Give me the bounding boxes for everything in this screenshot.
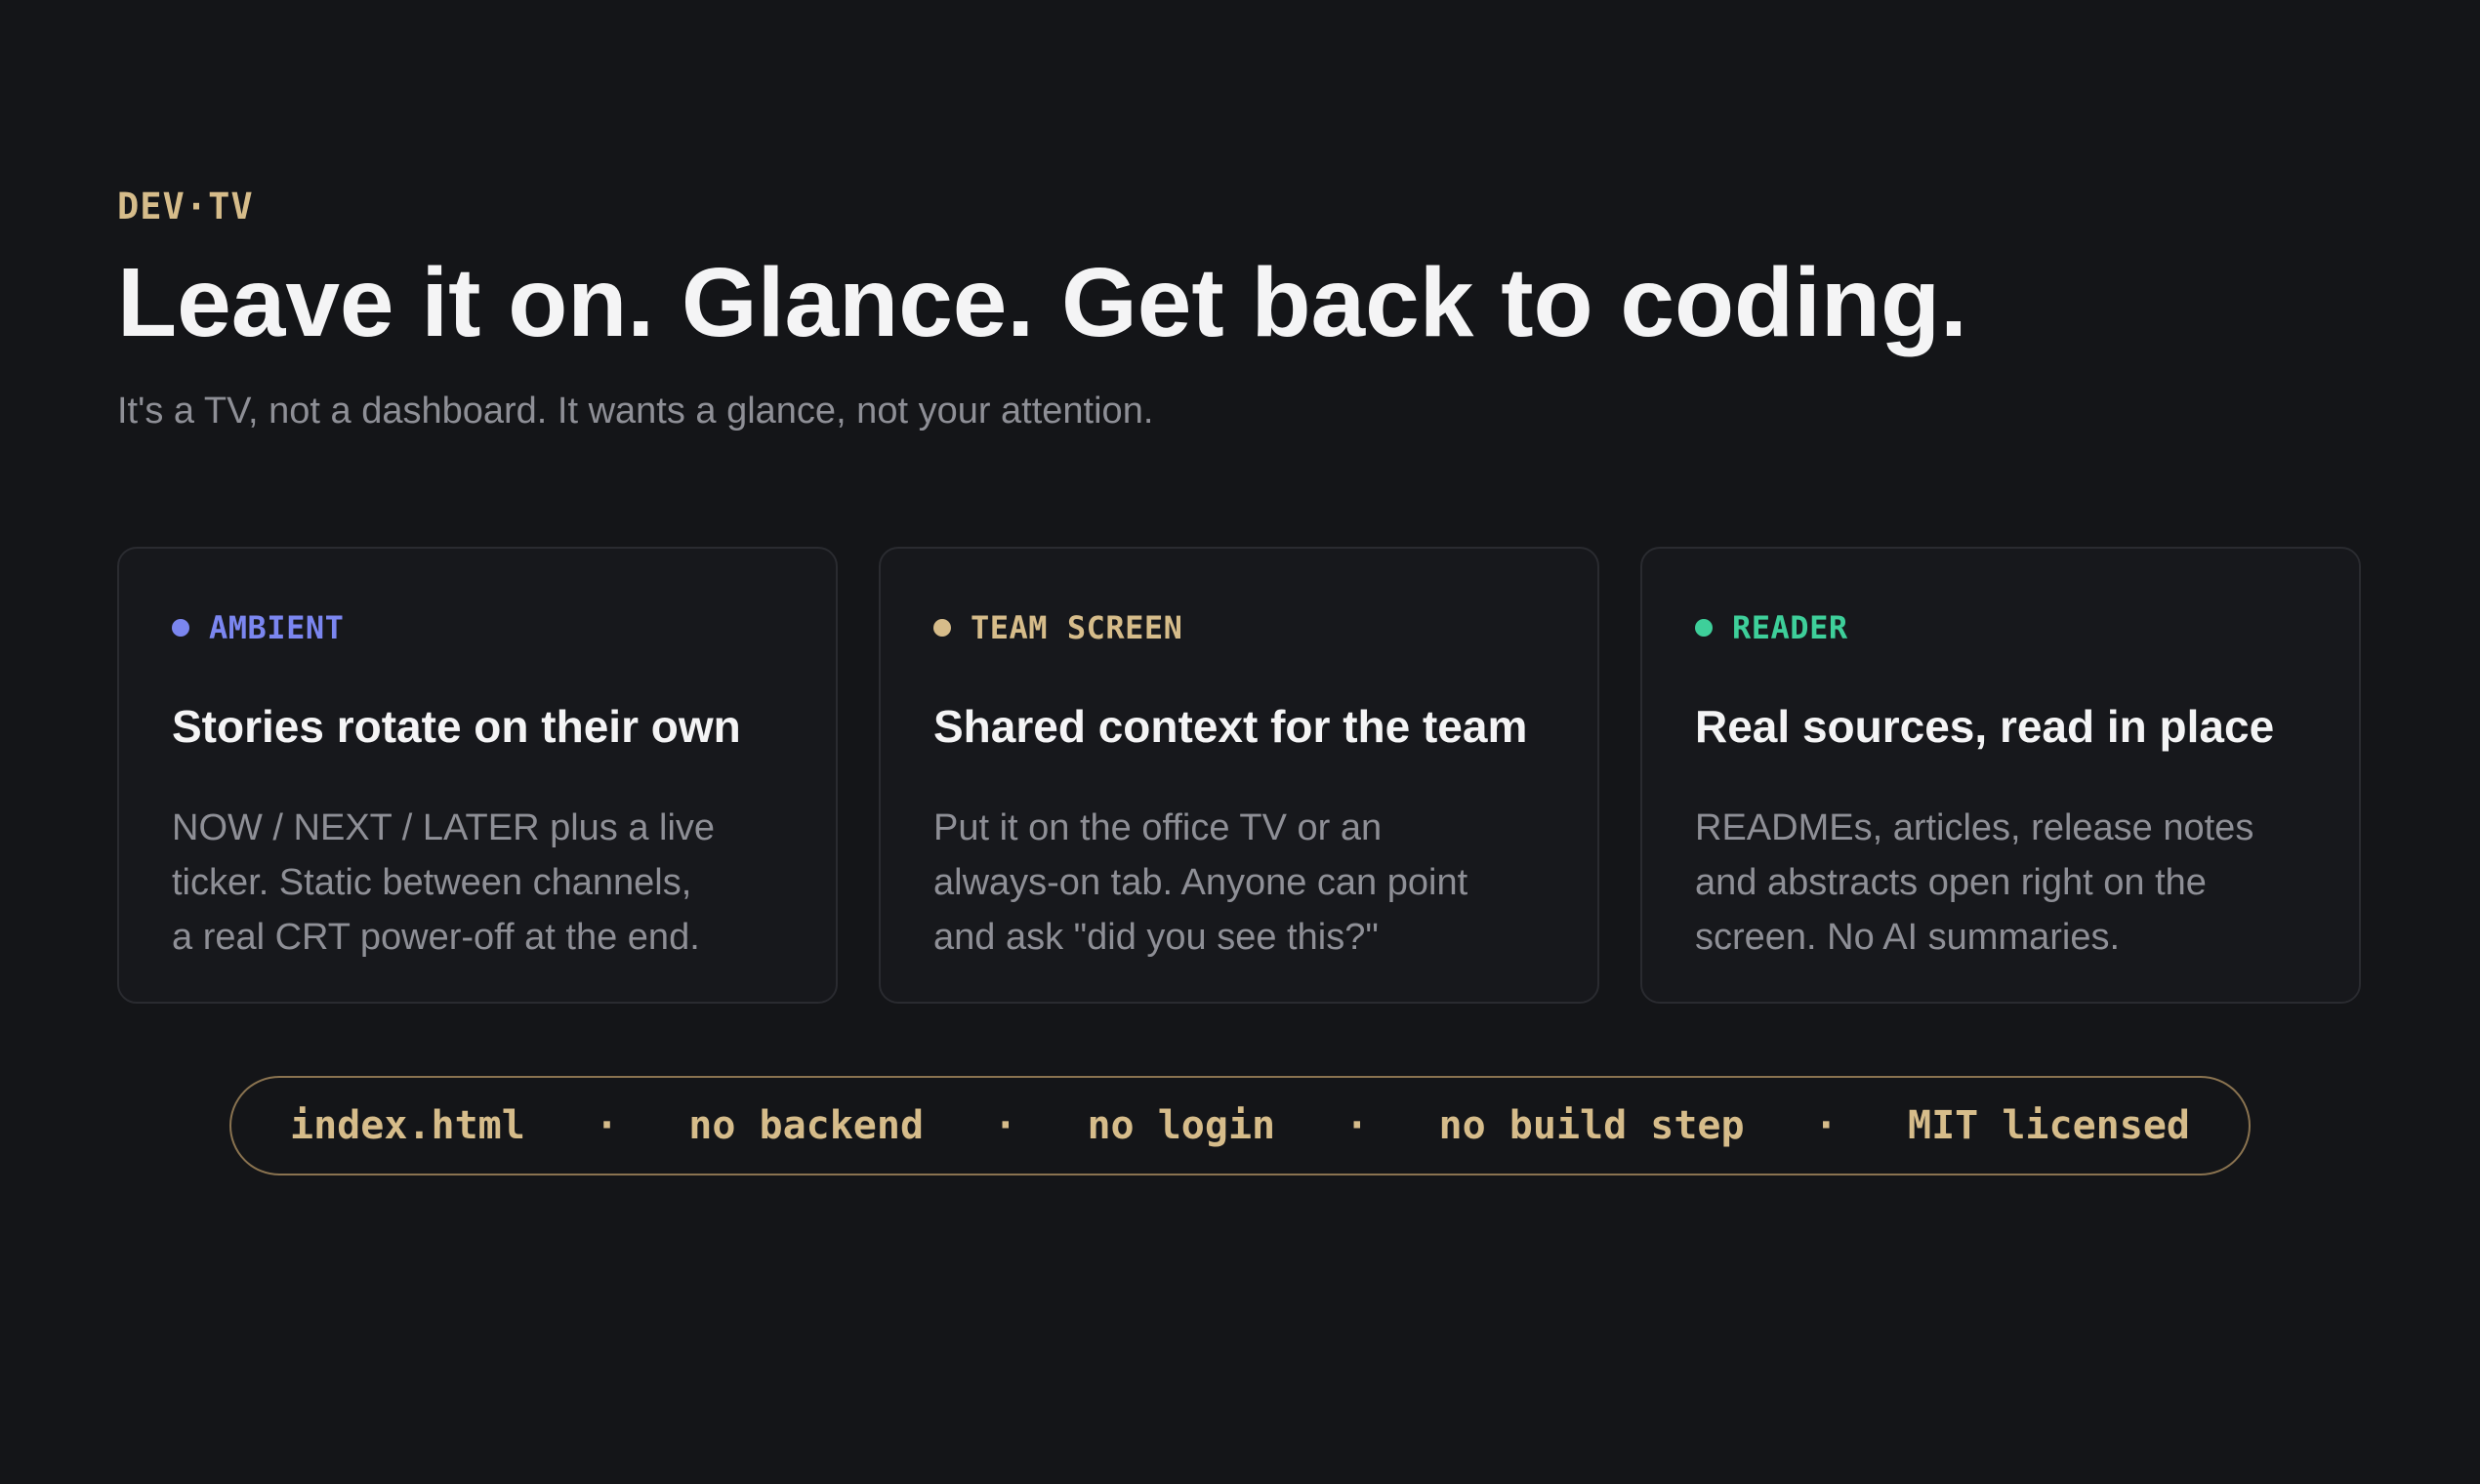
feature-item: MIT licensed (1908, 1103, 2190, 1148)
card-ambient: AMBIENT Stories rotate on their own NOW … (117, 547, 838, 1004)
card-body-line: a real CRT power-off at the end. (172, 917, 700, 958)
card-body: NOW / NEXT / LATER plus a live ticker. S… (172, 801, 797, 965)
card-title: Stories rotate on their own (172, 701, 741, 752)
card-tag-label: TEAM SCREEN (971, 609, 1183, 646)
card-tag-label: READER (1732, 609, 1848, 646)
card-team-screen: TEAM SCREEN Shared context for the team … (879, 547, 1599, 1004)
separator-dot: · (595, 1103, 619, 1148)
card-tag: TEAM SCREEN (933, 609, 1182, 646)
page-subline: It's a TV, not a dashboard. It wants a g… (117, 391, 1154, 432)
card-title: Shared context for the team (933, 701, 1528, 752)
card-body-line: NOW / NEXT / LATER plus a live (172, 807, 716, 848)
dot-icon (933, 619, 951, 637)
card-body: Put it on the office TV or an always-on … (933, 801, 1558, 965)
card-reader: READER Real sources, read in place READM… (1640, 547, 2361, 1004)
separator-dot: · (993, 1103, 1017, 1148)
feature-item: index.html (290, 1103, 525, 1148)
card-body-line: ticker. Static between channels, (172, 862, 692, 903)
card-body-line: screen. No AI summaries. (1695, 917, 2121, 958)
card-body-line: READMEs, articles, release notes (1695, 807, 2254, 848)
card-tag: READER (1695, 609, 1848, 646)
separator-dot: · (1344, 1103, 1369, 1148)
card-body-line: and abstracts open right on the (1695, 862, 2207, 903)
page-headline: Leave it on. Glance. Get back to coding. (117, 248, 1967, 357)
feature-item: no login (1087, 1103, 1276, 1148)
landing-page: DEV·TV Leave it on. Glance. Get back to … (117, 0, 2363, 1484)
card-title: Real sources, read in place (1695, 701, 2275, 752)
feature-item: no build step (1438, 1103, 1745, 1148)
card-body-line: and ask "did you see this?" (933, 917, 1379, 958)
feature-item: no backend (688, 1103, 925, 1148)
dot-icon (1695, 619, 1713, 637)
separator-dot: · (1814, 1103, 1839, 1148)
feature-cards: AMBIENT Stories rotate on their own NOW … (117, 547, 2363, 1006)
card-tag: AMBIENT (172, 609, 344, 646)
brand-logo: DEV·TV (117, 186, 254, 227)
card-body: READMEs, articles, release notes and abs… (1695, 801, 2320, 965)
feature-pill: index.html · no backend · no login · no … (229, 1076, 2251, 1175)
card-body-line: Put it on the office TV or an (933, 807, 1383, 848)
card-tag-label: AMBIENT (209, 609, 345, 646)
dot-icon (172, 619, 189, 637)
card-body-line: always-on tab. Anyone can point (933, 862, 1468, 903)
